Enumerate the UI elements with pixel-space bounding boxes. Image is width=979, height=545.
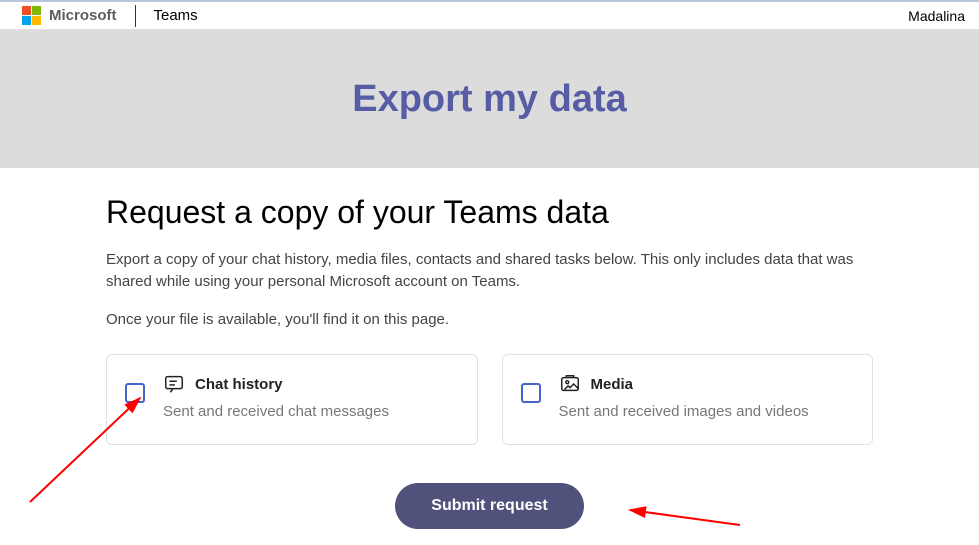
option-subtitle: Sent and received images and videos <box>559 403 809 420</box>
main-content: Request a copy of your Teams data Export… <box>0 168 979 529</box>
divider <box>135 5 136 27</box>
description-text-1: Export a copy of your chat history, medi… <box>106 249 873 293</box>
option-media[interactable]: Media Sent and received images and video… <box>502 354 874 445</box>
option-title: Chat history <box>195 376 283 393</box>
chat-icon <box>163 373 185 395</box>
top-bar: Microsoft Teams Madalina <box>0 0 979 30</box>
product-label: Teams <box>154 7 198 24</box>
image-icon <box>559 373 581 395</box>
export-options: Chat history Sent and received chat mess… <box>106 354 873 445</box>
page-title: Export my data <box>352 78 627 121</box>
option-title: Media <box>591 376 634 393</box>
chat-history-checkbox[interactable] <box>125 383 145 403</box>
microsoft-logo-icon <box>22 6 41 25</box>
page-banner: Export my data <box>0 30 979 168</box>
option-chat-history[interactable]: Chat history Sent and received chat mess… <box>106 354 478 445</box>
brand-area: Microsoft Teams <box>22 5 198 27</box>
section-heading: Request a copy of your Teams data <box>106 194 873 231</box>
user-name[interactable]: Madalina <box>908 8 965 24</box>
brand-label: Microsoft <box>49 7 117 24</box>
option-subtitle: Sent and received chat messages <box>163 403 389 420</box>
submit-request-button[interactable]: Submit request <box>395 483 583 529</box>
media-checkbox[interactable] <box>521 383 541 403</box>
description-text-2: Once your file is available, you'll find… <box>106 309 873 331</box>
